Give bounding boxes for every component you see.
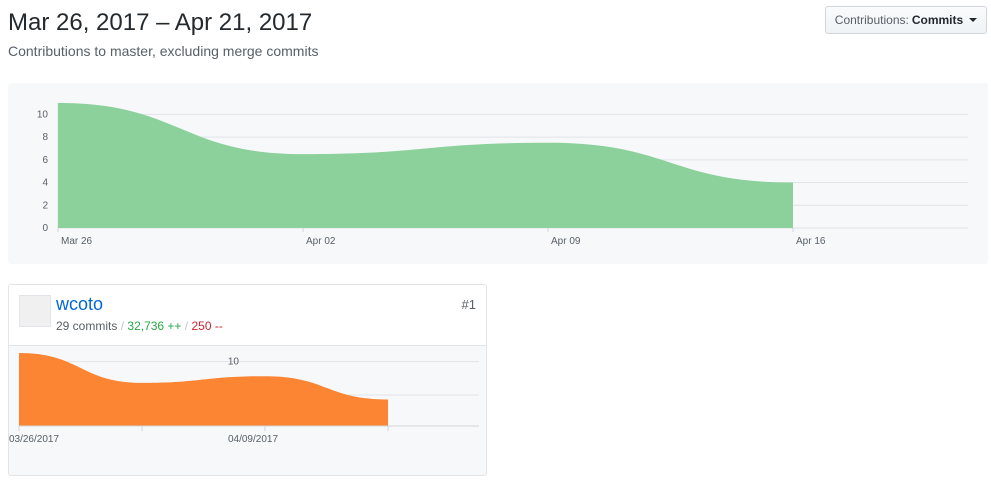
contributor-stats: 29 commits / 32,736 ++ / 250 -- bbox=[56, 319, 223, 333]
y-tick-label: 10 bbox=[228, 357, 240, 368]
y-tick-label: 4 bbox=[42, 178, 48, 189]
contributor-username-link[interactable]: wcoto bbox=[56, 294, 103, 315]
stats-separator: / bbox=[120, 319, 125, 333]
y-tick-label: 2 bbox=[42, 200, 48, 211]
additions-count: 32,736 ++ bbox=[127, 319, 182, 333]
contributor-chart-svg: 10 03/26/2017 04/09/2017 bbox=[9, 353, 479, 445]
x-tick-label: Apr 16 bbox=[796, 236, 826, 247]
stats-separator: / bbox=[184, 319, 189, 333]
commits-area bbox=[58, 103, 793, 228]
y-tick-label: 0 bbox=[42, 223, 48, 234]
main-contributions-graph: 0 2 4 6 8 10 Mar 26 Apr 02 Apr 09 Apr 16 bbox=[8, 83, 988, 264]
contributor-commits-area bbox=[19, 353, 388, 426]
y-tick-label: 10 bbox=[37, 109, 49, 120]
x-tick-label: Apr 02 bbox=[306, 236, 336, 247]
x-tick-label: Apr 09 bbox=[551, 236, 581, 247]
y-tick-label: 6 bbox=[42, 155, 48, 166]
x-tick-label: 03/26/2017 bbox=[9, 434, 59, 445]
commit-count[interactable]: 29 commits bbox=[56, 319, 117, 333]
caret-down-icon bbox=[969, 18, 978, 22]
main-chart-svg: 0 2 4 6 8 10 Mar 26 Apr 02 Apr 09 Apr 16 bbox=[37, 102, 968, 247]
contributor-card: wcoto 29 commits / 32,736 ++ / 250 -- #1… bbox=[8, 284, 487, 476]
x-tick-label: 04/09/2017 bbox=[228, 434, 278, 445]
y-tick-label: 8 bbox=[42, 132, 48, 143]
deletions-count: 250 -- bbox=[191, 319, 223, 333]
page-subtitle: Contributions to master, excluding merge… bbox=[8, 43, 319, 59]
page-title: Mar 26, 2017 – Apr 21, 2017 bbox=[8, 9, 313, 36]
avatar[interactable] bbox=[19, 295, 51, 373]
contributions-select-label: Contributions: bbox=[834, 13, 909, 27]
contributions-select-value: Commits bbox=[911, 13, 964, 27]
contributions-select-button[interactable]: Contributions: Commits bbox=[825, 6, 987, 34]
x-tick-label: Mar 26 bbox=[61, 236, 93, 247]
contributor-card-header: wcoto 29 commits / 32,736 ++ / 250 -- #1 bbox=[9, 285, 486, 373]
contributor-rank: #1 bbox=[461, 297, 476, 312]
